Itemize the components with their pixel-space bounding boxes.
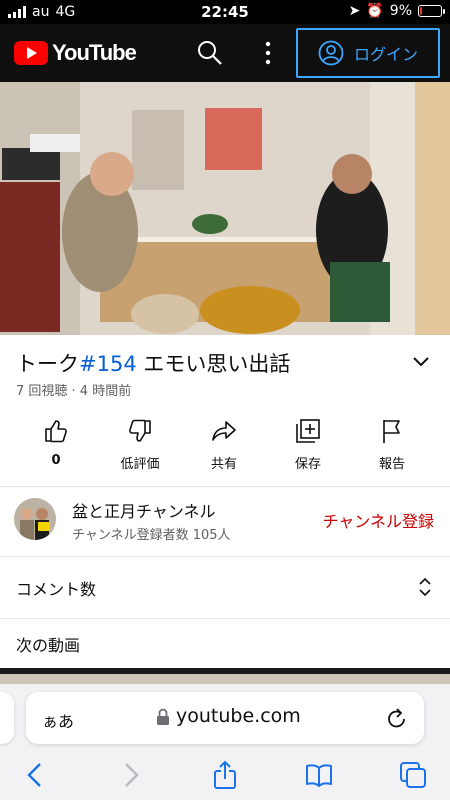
flag-icon	[383, 420, 400, 443]
url-display[interactable]: youtube.com	[156, 705, 301, 727]
youtube-play-icon	[14, 41, 48, 65]
more-vert-icon[interactable]	[258, 40, 278, 66]
video-player[interactable]	[0, 82, 450, 335]
next-video-preview	[0, 674, 450, 684]
chevron-down-icon[interactable]	[412, 356, 430, 368]
channel-name[interactable]: 盆と正月チャンネル	[72, 498, 216, 522]
login-button[interactable]: ログイン	[296, 28, 440, 78]
like-count: 0	[51, 453, 61, 468]
next-video-thumbnail[interactable]	[0, 668, 450, 684]
thumbs-down-icon	[129, 419, 151, 442]
like-button[interactable]: 0	[14, 414, 98, 474]
youtube-logo[interactable]: YouTube	[14, 40, 137, 66]
subscribe-button[interactable]: チャンネル登録	[322, 508, 434, 532]
divider	[0, 556, 450, 557]
battery-icon	[418, 5, 445, 17]
tabs-icon[interactable]	[398, 760, 428, 790]
video-title-suffix: エモい思い出話	[136, 352, 291, 376]
video-title: トーク#154 エモい思い出話	[16, 348, 290, 378]
youtube-header: YouTube ログイン	[0, 24, 450, 82]
dislike-button[interactable]: 低評価	[98, 414, 182, 474]
comments-header[interactable]: コメント数	[16, 576, 96, 600]
bookmarks-icon[interactable]	[304, 760, 334, 790]
text-size-button[interactable]: ぁあ	[42, 708, 74, 732]
up-next-label: 次の動画	[16, 636, 81, 655]
forward-icon[interactable]	[116, 760, 146, 790]
video-title-prefix: トーク	[16, 352, 79, 376]
save-button[interactable]: 保存	[266, 414, 350, 474]
search-icon[interactable]	[196, 39, 224, 67]
thumbs-up-icon	[45, 420, 67, 443]
battery-fill	[420, 7, 422, 15]
unfold-icon[interactable]	[418, 577, 432, 597]
avatar[interactable]	[14, 498, 56, 540]
save-icon	[296, 419, 320, 443]
alarm-icon: ⏰	[366, 3, 384, 19]
hashtag-link[interactable]: #154	[79, 352, 137, 376]
action-bar: 0 低評価 共有 保存 報告	[0, 414, 450, 474]
divider	[0, 618, 450, 619]
location-icon: ➤	[348, 3, 361, 19]
account-icon	[318, 40, 344, 66]
back-icon[interactable]	[20, 760, 50, 790]
divider	[0, 486, 450, 487]
dislike-label: 低評価	[120, 457, 160, 472]
reload-icon[interactable]	[386, 706, 408, 730]
report-button[interactable]: 報告	[350, 414, 434, 474]
share-label: 共有	[210, 457, 237, 472]
battery-percent: 9%	[389, 3, 412, 19]
address-bar[interactable]: ぁあ youtube.com	[26, 692, 424, 744]
share-button[interactable]: 共有	[182, 414, 266, 474]
previous-tab-edge[interactable]	[0, 692, 14, 744]
share-sheet-icon[interactable]	[210, 760, 240, 790]
save-label: 保存	[294, 457, 321, 472]
share-icon	[212, 421, 236, 441]
lock-icon	[157, 708, 169, 725]
video-meta: 7 回視聴 · 4 時間前	[16, 384, 132, 399]
subscriber-count: チャンネル登録者数 105人	[72, 528, 231, 543]
channel-avatar-image	[14, 498, 56, 540]
report-label: 報告	[378, 457, 405, 472]
video-frame-image	[0, 82, 450, 335]
url-text: youtube.com	[176, 705, 301, 727]
youtube-wordmark: YouTube	[52, 40, 137, 65]
login-label: ログイン	[353, 45, 418, 64]
browser-toolbar: ぁあ youtube.com	[0, 684, 450, 800]
status-right: ➤ ⏰ 9%	[348, 3, 445, 19]
status-bar: au 4G 22:45 ➤ ⏰ 9%	[0, 0, 450, 24]
